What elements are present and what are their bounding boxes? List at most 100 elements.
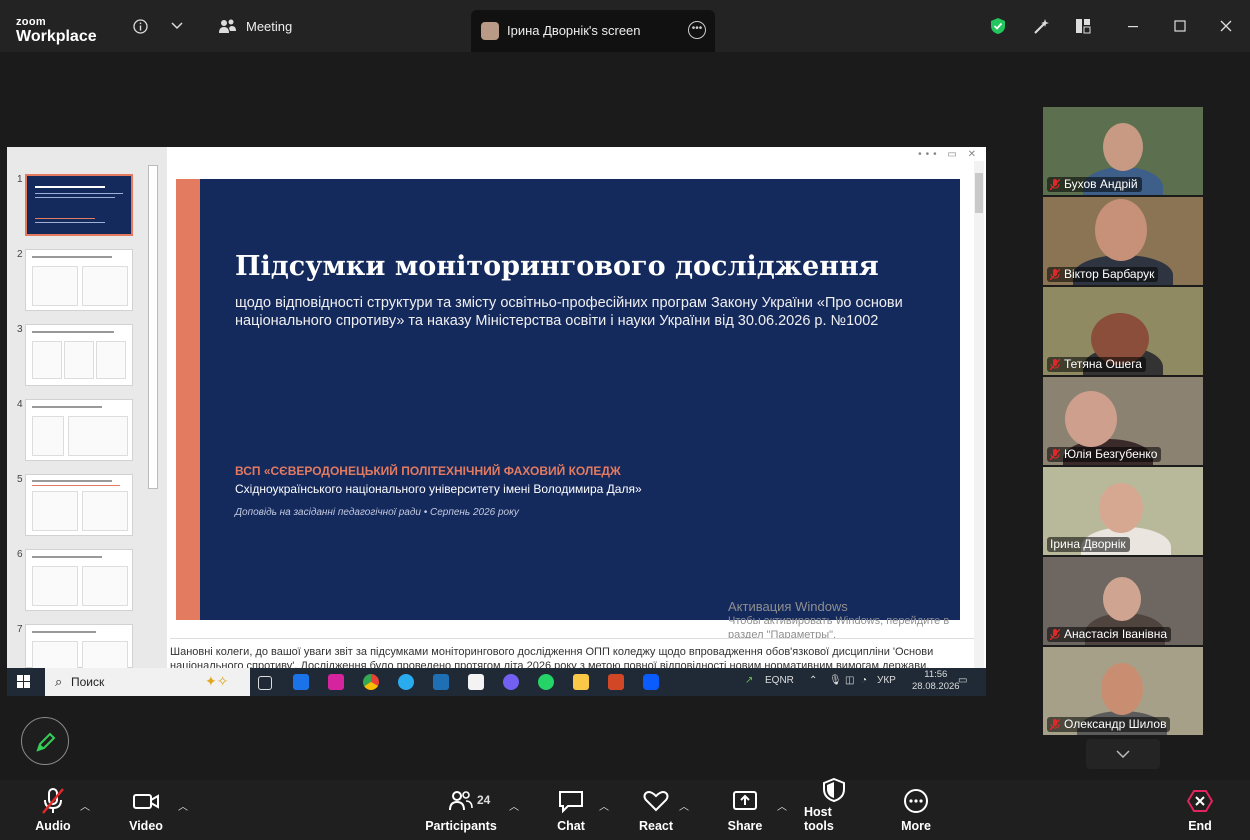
tray-chevron-up-icon[interactable]: ⌃ [809,675,817,686]
video-tile[interactable]: Олександр Шилов [1043,647,1203,735]
participant-name: Тетяна Ошега [1064,357,1142,371]
windows-activation-watermark: Активация Windows Чтобы активировать Win… [728,599,958,642]
chevron-down-icon[interactable] [170,15,184,37]
participants-button[interactable]: Participants [425,780,497,840]
more-options-icon[interactable]: ••• [688,21,706,39]
participants-label: Participants [425,819,497,833]
video-label: Video [129,819,163,833]
chrome-icon[interactable] [363,674,379,690]
share-label: Share [727,819,763,833]
thumbnail-number: 4 [17,399,23,410]
instagram-icon[interactable] [328,674,344,690]
person-head [1103,123,1143,171]
host-tools-button[interactable]: Host tools [804,778,864,840]
end-label: End [1188,819,1212,833]
annotate-pen-button[interactable] [21,717,69,765]
network-icon[interactable]: ◔ [861,675,867,686]
share-screen-icon [732,786,758,816]
slide-thumbnail-4[interactable] [25,399,133,461]
more-button[interactable]: More [898,780,934,840]
video-tile[interactable]: Анастасія Іванівна [1043,557,1203,645]
slide-thumbnail-2[interactable] [25,249,133,311]
participant-name-tag: Юлія Безгубенко [1047,447,1162,462]
pen-icon [36,732,56,752]
react-button[interactable]: React [638,780,674,840]
mic-muted-icon [1049,268,1061,281]
task-view-icon[interactable] [258,676,272,690]
video-options-caret-icon[interactable]: ︿ [178,798,188,813]
presenter-avatar [481,22,499,40]
thumbnail-scrollbar[interactable] [148,165,158,489]
end-meeting-button[interactable]: End [1182,780,1218,840]
slide-thumbnail-6[interactable] [25,549,133,611]
slide-thumbnail-pane[interactable]: 1 2 3 4 5 6 7 [7,147,167,671]
clock-time: 11:56 [924,669,948,680]
windows-start-icon[interactable] [17,675,31,689]
taskbar-search[interactable]: ⌕ Поиск ✦✧ [45,668,250,696]
slide-university: Східноукраїнського національного універс… [235,482,642,496]
chat-button[interactable]: Chat [554,780,588,840]
tray-camera-icon[interactable]: ◫ [845,675,854,686]
participant-name: Анастасія Іванівна [1064,627,1168,641]
taskbar-clock[interactable]: 11:56 28.08.2026 [912,669,960,693]
thumbnail-number: 1 [17,174,23,185]
people-icon [219,19,236,33]
participant-name-tag: Ірина Дворнік [1047,537,1130,552]
zoom-logo: zoom Workplace [16,17,97,45]
telegram-icon[interactable] [398,674,414,690]
slide-thumbnail-7[interactable] [25,624,133,671]
stock-ticker[interactable]: EQNR [765,675,794,686]
video-tile[interactable]: Тетяна Ошега [1043,287,1203,375]
powerpoint-icon[interactable] [608,674,624,690]
file-explorer-icon[interactable] [573,674,589,690]
slide-thumbnail-3[interactable] [25,324,133,386]
participants-options-caret-icon[interactable]: ︿ [509,798,519,813]
audio-button[interactable]: Audio [30,780,76,840]
chat-options-caret-icon[interactable]: ︿ [599,798,609,813]
scrollbar-thumb[interactable] [975,173,983,213]
info-icon[interactable] [132,15,148,37]
microphone-tray-icon[interactable]: 🎙 [829,675,842,686]
video-tile-active-speaker[interactable]: Ірина Дворнік [1043,467,1203,555]
annotate-wand-icon[interactable] [1033,15,1051,37]
maximize-icon[interactable] [1173,15,1187,37]
screen-share-tab[interactable]: Ірина Дворнік's screen ••• [471,10,715,52]
video-tile[interactable]: Бухов Андрій [1043,107,1203,195]
slide-thumbnail-1[interactable] [25,174,133,236]
video-tile[interactable]: Юлія Безгубенко [1043,377,1203,465]
current-slide: Підсумки моніторингового дослідження щод… [176,179,960,620]
share-button[interactable]: Share [727,780,763,840]
share-options-caret-icon[interactable]: ︿ [777,798,787,813]
slide-scrollbar[interactable] [974,161,984,668]
view-layout-icon[interactable] [1074,15,1092,37]
screen-tab-label: Ірина Дворнік's screen [507,23,641,38]
audio-label: Audio [35,819,71,833]
video-tile[interactable]: Віктор Барбарук [1043,197,1203,285]
minimize-icon[interactable] [1126,15,1140,37]
meeting-tab[interactable]: Meeting [218,18,292,34]
language-indicator[interactable]: УКР [877,675,896,686]
gallery-scroll-down-button[interactable] [1086,739,1160,769]
window-controls: ••• ▭ ✕ [918,149,980,160]
security-shield-icon[interactable] [989,15,1007,37]
thumbnail-number: 3 [17,324,23,335]
defender-icon[interactable] [433,674,449,690]
audio-options-caret-icon[interactable]: ︿ [80,798,90,813]
store-icon[interactable] [468,674,484,690]
slide-subtitle: щодо відповідності структури та змісту о… [235,295,903,329]
slide-report-line: Доповідь на засіданні педагогічної ради … [235,507,519,518]
notification-icon[interactable]: ▭ [958,675,967,686]
person-head [1103,577,1141,621]
video-button[interactable]: Video [124,780,168,840]
slide-title: Підсумки моніторингового дослідження [235,251,879,282]
thumbnail-number: 2 [17,249,23,260]
participant-name: Ірина Дворнік [1050,537,1126,551]
video-camera-icon [132,786,160,816]
zoom-taskbar-icon[interactable] [643,674,659,690]
close-icon[interactable] [1219,15,1233,37]
react-options-caret-icon[interactable]: ︿ [679,798,689,813]
whatsapp-icon[interactable] [538,674,554,690]
slide-thumbnail-5[interactable] [25,474,133,536]
outlook-icon[interactable] [293,674,309,690]
viber-icon[interactable] [503,674,519,690]
